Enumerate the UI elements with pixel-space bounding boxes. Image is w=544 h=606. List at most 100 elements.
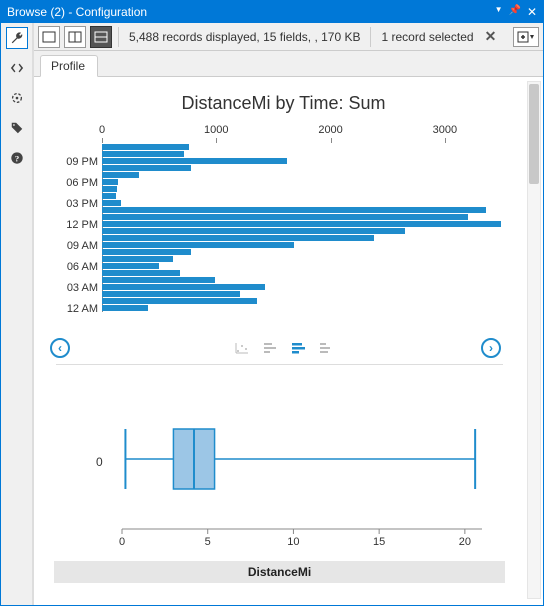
x-tick-label: 1000 <box>204 124 228 136</box>
x-tick-label: 2000 <box>318 124 342 136</box>
bar-row: 12 PM <box>102 221 502 227</box>
help-icon[interactable]: ? <box>6 147 28 169</box>
wrench-icon[interactable] <box>6 27 28 49</box>
bar-row <box>102 207 502 213</box>
bar-row: 12 AM <box>102 305 502 311</box>
toolbar: 5,488 records displayed, 15 fields, , 17… <box>34 23 543 51</box>
boxplot-svg: 05101520 <box>112 379 492 549</box>
bar-category-label: 06 AM <box>67 261 98 273</box>
bar-row: 09 AM <box>102 242 502 248</box>
bar[interactable] <box>102 249 191 255</box>
chart-title: DistanceMi by Time: Sum <box>48 93 519 114</box>
bar-row <box>102 256 502 262</box>
profile-pane: DistanceMi by Time: Sum 0 1000 2000 3000 09 … <box>34 77 543 605</box>
bar[interactable] <box>102 242 294 248</box>
content: ? 5,488 records displayed, 15 fields, , … <box>1 23 543 605</box>
bar[interactable] <box>102 207 486 213</box>
boxplot-y-label: 0 <box>96 455 103 469</box>
titlebar[interactable]: Browse (2) - Configuration ▼ 📌 ✕ <box>1 1 543 23</box>
svg-text:10: 10 <box>287 536 299 548</box>
bar[interactable] <box>102 270 180 276</box>
boxplot-footer[interactable]: DistanceMi <box>54 561 505 583</box>
bar[interactable] <box>102 256 173 262</box>
code-icon[interactable] <box>6 57 28 79</box>
bar[interactable] <box>102 193 116 199</box>
config-window: Browse (2) - Configuration ▼ 📌 ✕ ? <box>0 0 544 606</box>
bar-row: 09 PM <box>102 158 502 164</box>
bar[interactable] <box>102 305 148 311</box>
bar-row <box>102 186 502 192</box>
bar-rows-active-icon[interactable] <box>287 339 309 357</box>
sidebar: ? <box>1 23 33 605</box>
scatter-type-icon[interactable] <box>231 339 253 357</box>
bar-rows-icon[interactable] <box>259 339 281 357</box>
bar[interactable] <box>102 144 189 150</box>
bar-category-label: 06 PM <box>66 177 98 189</box>
separator <box>118 27 119 47</box>
close-icon[interactable]: ✕ <box>527 5 537 19</box>
svg-text:5: 5 <box>205 536 211 548</box>
main: 5,488 records displayed, 15 fields, , 17… <box>33 23 543 605</box>
target-icon[interactable] <box>6 87 28 109</box>
bar[interactable] <box>102 277 215 283</box>
prev-chart-button[interactable]: ‹ <box>50 338 70 358</box>
tag-icon[interactable] <box>6 117 28 139</box>
bar-row <box>102 291 502 297</box>
bar-category-label: 09 PM <box>66 156 98 168</box>
next-chart-button[interactable]: › <box>481 338 501 358</box>
add-view-button[interactable] <box>513 27 539 47</box>
view-split-button[interactable] <box>64 26 86 48</box>
bar-row <box>102 151 502 157</box>
bar[interactable] <box>102 284 265 290</box>
titlebar-controls: ▼ 📌 ✕ <box>495 5 537 19</box>
pin-icon[interactable]: 📌 <box>508 5 520 19</box>
clear-selection-icon[interactable]: ✕ <box>482 28 500 46</box>
bar-row <box>102 193 502 199</box>
bar-row <box>102 165 502 171</box>
bar[interactable] <box>102 165 191 171</box>
bar-category-label: 09 AM <box>67 240 98 252</box>
dropdown-icon[interactable]: ▼ <box>495 5 503 19</box>
bar[interactable] <box>102 172 139 178</box>
bar[interactable] <box>102 200 121 206</box>
bar-row <box>102 214 502 220</box>
bar[interactable] <box>102 151 184 157</box>
tab-bar: Profile <box>34 51 543 77</box>
bar[interactable] <box>102 291 240 297</box>
tab-profile[interactable]: Profile <box>40 55 98 77</box>
bar[interactable] <box>102 235 374 241</box>
bar-rows-alt-icon[interactable] <box>315 339 337 357</box>
bar-row <box>102 144 502 150</box>
records-status: 5,488 records displayed, 15 fields, , 17… <box>125 30 364 44</box>
bar-row: 06 AM <box>102 263 502 269</box>
bar-category-label: 12 PM <box>66 219 98 231</box>
bar-row <box>102 298 502 304</box>
x-tick-label: 3000 <box>433 124 457 136</box>
boxplot-chart: 0 05101520 <box>52 369 512 559</box>
svg-text:15: 15 <box>373 536 385 548</box>
bar[interactable] <box>102 298 257 304</box>
bar[interactable] <box>102 179 118 185</box>
bar-category-label: 12 AM <box>67 303 98 315</box>
bar[interactable] <box>102 158 287 164</box>
separator <box>370 27 371 47</box>
bar-row: 03 PM <box>102 200 502 206</box>
bar-row <box>102 270 502 276</box>
window-title: Browse (2) - Configuration <box>7 5 147 19</box>
bar[interactable] <box>102 186 117 192</box>
bar-category-label: 03 AM <box>67 282 98 294</box>
scrollbar[interactable] <box>527 81 541 599</box>
bar-row: 06 PM <box>102 179 502 185</box>
bar[interactable] <box>102 214 468 220</box>
divider <box>56 364 503 365</box>
bar-category-label: 03 PM <box>66 198 98 210</box>
bar-row <box>102 235 502 241</box>
scroll-thumb[interactable] <box>529 84 539 184</box>
bar[interactable] <box>102 263 159 269</box>
view-single-button[interactable] <box>38 26 60 48</box>
view-horizontal-button[interactable] <box>90 26 112 48</box>
chart-controls: ‹ › <box>48 338 519 358</box>
bar[interactable] <box>102 221 501 227</box>
bar[interactable] <box>102 228 405 234</box>
svg-text:20: 20 <box>459 536 471 548</box>
